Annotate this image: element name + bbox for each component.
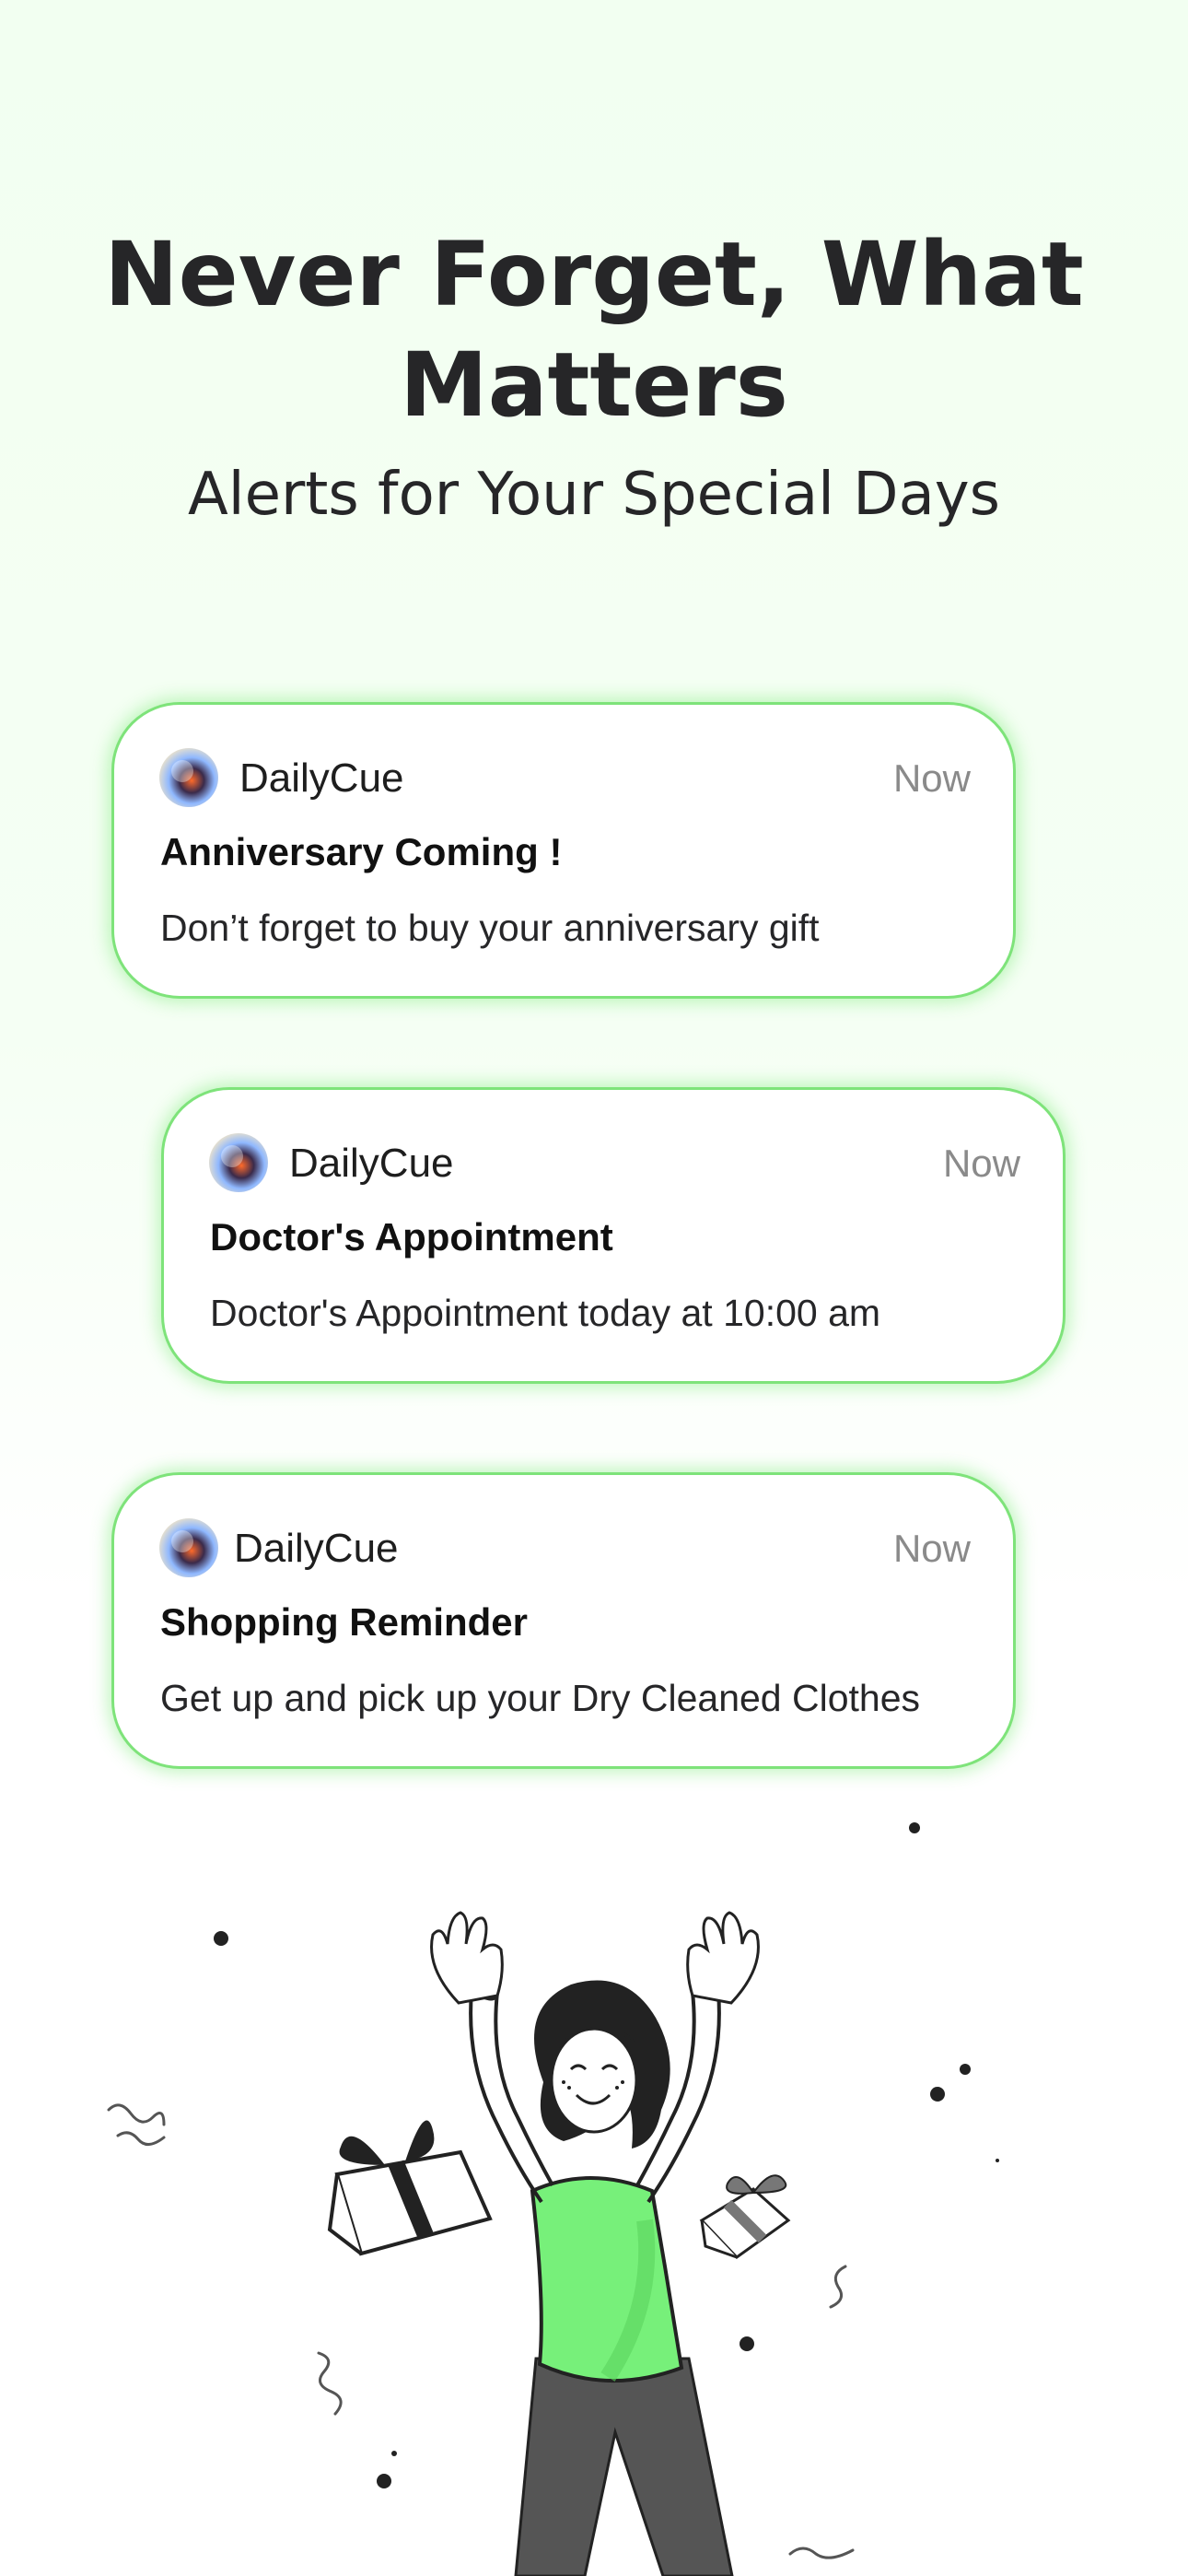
dailycue-app-icon — [159, 1518, 218, 1577]
notification-card-shopping[interactable]: DailyCue Now Shopping Reminder Get up an… — [111, 1472, 1016, 1769]
face — [550, 2027, 638, 2134]
headline-line-1: Never Forget, What — [104, 223, 1084, 326]
app-name: DailyCue — [289, 1141, 454, 1186]
notification-title: Shopping Reminder — [160, 1600, 528, 1644]
notification-card-doctor[interactable]: DailyCue Now Doctor's Appointment Doctor… — [161, 1087, 1066, 1384]
left-arm — [469, 1991, 543, 2204]
gift-box-left — [327, 2120, 493, 2256]
headline-line-2: Matters — [400, 334, 788, 437]
celebrating-woman-illustration — [107, 1822, 999, 2576]
notification-body: Doctor's Appointment today at 10:00 am — [210, 1292, 881, 1334]
app-name: DailyCue — [234, 1526, 399, 1571]
shirt — [530, 2176, 684, 2383]
right-hand — [686, 1911, 760, 2005]
app-name: DailyCue — [239, 755, 404, 801]
notification-time: Now — [942, 1142, 1020, 1185]
notification-body: Get up and pick up your Dry Cleaned Clot… — [160, 1677, 921, 1719]
pants — [514, 2357, 734, 2576]
notification-title: Anniversary Coming ! — [160, 830, 563, 873]
notification-time: Now — [892, 1527, 971, 1570]
confetti-squiggles — [107, 2103, 855, 2559]
notification-card-anniversary[interactable]: DailyCue Now Anniversary Coming ! Don’t … — [111, 702, 1016, 999]
gift-box-right — [699, 2174, 791, 2259]
dailycue-app-icon — [159, 748, 218, 807]
dailycue-app-icon — [209, 1133, 268, 1192]
left-hand — [430, 1911, 504, 2005]
notification-title: Doctor's Appointment — [210, 1215, 613, 1259]
subheadline: Alerts for Your Special Days — [188, 461, 1000, 529]
notification-body: Don’t forget to buy your anniversary gif… — [160, 907, 820, 949]
notification-time: Now — [892, 756, 971, 800]
headline: Never Forget, What Matters — [0, 219, 1188, 440]
